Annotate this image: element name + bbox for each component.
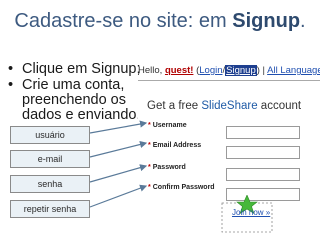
label-repetir-senha: repetir senha: [10, 200, 90, 218]
email-label-text: Email Address: [152, 142, 202, 149]
label-senha: senha: [10, 175, 90, 193]
required-mark: *: [148, 164, 151, 171]
site-header: Hello, quest! (Login/Signup) | All Langu…: [138, 65, 320, 76]
language-link[interactable]: All Language: [267, 65, 320, 76]
signup-form: Get a free SlideShare account * Username …: [138, 95, 320, 240]
join-now-button[interactable]: Join now »: [232, 208, 270, 217]
form-title-prefix: Get a free: [147, 100, 202, 112]
required-mark: *: [148, 184, 151, 191]
slide-title-bold: Signup: [232, 10, 301, 32]
password-label: * Password: [148, 164, 186, 171]
bullet-item: • Clique em Signup;: [8, 62, 143, 77]
email-label: * Email Address: [148, 142, 201, 149]
bullet-item: • Crie uma conta, preenchendo os dados e …: [8, 78, 143, 123]
bullet-text: Clique em Signup;: [22, 61, 141, 77]
greeting-text: Hello,: [138, 65, 165, 76]
email-input[interactable]: [226, 146, 300, 159]
slide-title-prefix: Cadastre-se no site: em: [14, 10, 233, 32]
slide-title: Cadastre-se no site: em Signup.: [0, 10, 320, 33]
form-title-suffix: account: [257, 100, 302, 112]
bullet-dot: •: [8, 61, 14, 77]
username-label: * Username: [148, 122, 187, 129]
required-mark: *: [148, 142, 151, 149]
form-title: Get a free SlideShare account: [147, 100, 301, 112]
username-label-text: Username: [152, 122, 187, 129]
label-email: e-mail: [10, 150, 90, 168]
bullet-list: • Clique em Signup; • Crie uma conta, pree…: [8, 62, 143, 124]
bullet-dot: •: [8, 77, 14, 93]
username-input[interactable]: [226, 126, 300, 139]
confirm-password-label: * Confirm Password: [148, 184, 215, 191]
login-link[interactable]: Login: [199, 65, 222, 76]
signup-link[interactable]: Signup: [225, 65, 257, 76]
password-input[interactable]: [226, 168, 300, 181]
confirm-password-label-text: Confirm Password: [152, 184, 215, 191]
header-divider: [138, 80, 320, 81]
brand-name: SlideShare: [201, 100, 258, 112]
username-link[interactable]: quest!: [165, 65, 194, 76]
password-label-text: Password: [152, 164, 186, 171]
required-mark: *: [148, 122, 151, 129]
bullet-text: Crie uma conta, preenchendo os dados e e…: [22, 77, 141, 123]
label-usuario: usuário: [10, 126, 90, 144]
slide-title-suffix: .: [300, 10, 306, 32]
